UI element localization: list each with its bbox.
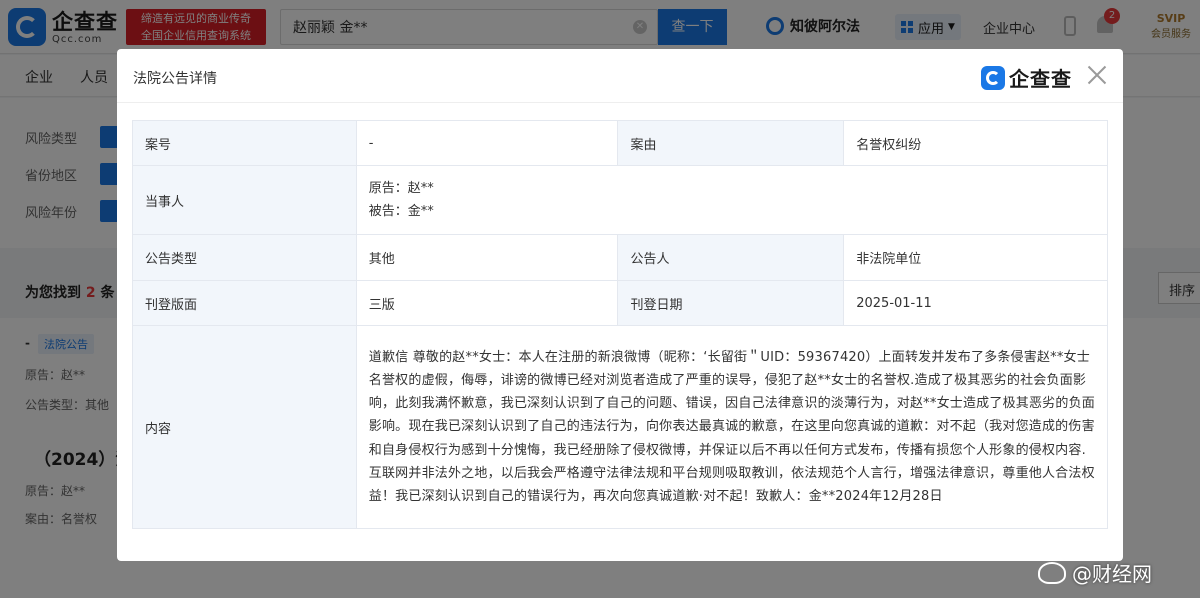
- plaintiff-value: 原告：赵**: [368, 181, 434, 196]
- table-row: 当事人 原告：赵** 被告：金**: [132, 165, 1109, 235]
- notice-type-label: 公告类型: [132, 234, 357, 281]
- publish-date-label: 刊登日期: [617, 280, 845, 326]
- announcer-label: 公告人: [617, 234, 845, 281]
- publish-page-value: 三版: [355, 280, 619, 326]
- cause-label: 案由: [617, 120, 845, 166]
- publish-page-label: 刊登版面: [132, 280, 357, 326]
- case-number-label: 案号: [132, 120, 357, 166]
- court-notice-detail-modal: 法院公告详情 企查查 案号 - 案由 名誉权纠纷 当事人 原告：赵** 被告：金…: [117, 49, 1123, 561]
- modal-title: 法院公告详情: [133, 71, 217, 87]
- content-label: 内容: [132, 325, 357, 529]
- qcc-logo-icon: [981, 65, 1005, 90]
- close-icon[interactable]: [1085, 63, 1109, 87]
- table-row: 案号 - 案由 名誉权纠纷: [132, 120, 1108, 166]
- content-cell: 道歉信 尊敬的赵**女士：本人在注册的新浪微博（昵称：‘长留街＂UID：5936…: [355, 325, 1109, 529]
- party-value: 原告：赵** 被告：金**: [355, 165, 1109, 235]
- watermark-text: @财经网: [1072, 562, 1152, 586]
- table-row: 内容 道歉信 尊敬的赵**女士：本人在注册的新浪微博（昵称：‘长留街＂UID：5…: [132, 325, 1109, 529]
- announcer-value: 非法院单位: [843, 234, 1108, 281]
- case-number-value: -: [355, 120, 619, 166]
- modal-header: 法院公告详情 企查查: [117, 49, 1123, 103]
- table-row: 公告类型 其他 公告人 非法院单位: [132, 234, 1108, 281]
- defendant-value: 被告：金**: [368, 204, 434, 219]
- modal-logo-text: 企查查: [1009, 67, 1072, 91]
- party-label: 当事人: [132, 165, 357, 235]
- table-row: 刊登版面 三版 刊登日期 2025-01-11: [132, 280, 1108, 326]
- notice-type-value: 其他: [355, 234, 619, 281]
- modal-logo: 企查查: [981, 63, 1072, 92]
- publish-date-value: 2025-01-11: [843, 280, 1108, 326]
- weibo-icon: [1038, 561, 1066, 584]
- content-value: 道歉信 尊敬的赵**女士：本人在注册的新浪微博（昵称：‘长留街＂UID：5936…: [368, 349, 1095, 504]
- cause-value: 名誉权纠纷: [843, 120, 1108, 166]
- detail-table: 案号 - 案由 名誉权纠纷 当事人 原告：赵** 被告：金** 公告类型 其他 …: [132, 120, 1109, 529]
- weibo-watermark: @财经网: [1038, 558, 1152, 587]
